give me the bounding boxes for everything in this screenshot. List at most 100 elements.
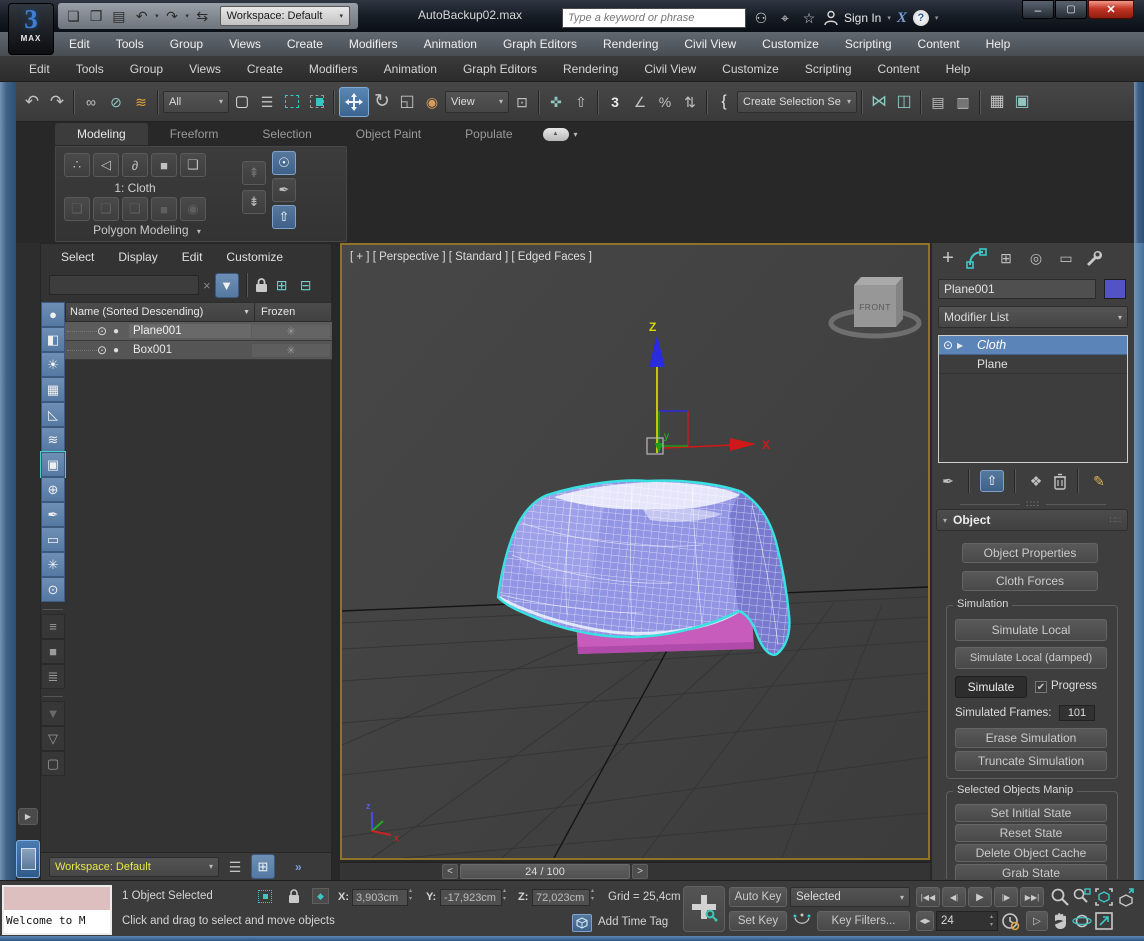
display-bones-icon[interactable]: ✒ [41,502,65,527]
progress-checkbox[interactable]: ✔ [1035,681,1047,693]
menu-content[interactable]: Content [905,37,973,51]
stack-item-plane[interactable]: Plane [939,355,1127,374]
command-panel-scrollbar[interactable] [1134,243,1144,880]
select-and-move-button[interactable] [339,87,369,117]
isolate-selection-icon[interactable] [258,890,272,903]
pin-stack-icon[interactable]: ✒ [272,178,296,202]
menu-group[interactable]: Group [157,37,216,51]
menu-rendering[interactable]: Rendering [590,37,671,51]
menu-edit-2[interactable]: Edit [16,62,63,76]
tab-utilities-icon[interactable] [1084,248,1104,268]
minimize-button[interactable]: – [1022,0,1054,19]
set-key-button[interactable]: Set Key [729,911,787,931]
show-end-result-ribbon-icon[interactable]: ⇧ [272,205,296,229]
preview-multi-icon[interactable]: ❑ [93,197,119,221]
keyboard-shortcut-override-icon[interactable]: ⇧ [569,90,593,114]
display-groups-icon[interactable]: ▣ [41,452,65,477]
menu-modifiers-2[interactable]: Modifiers [296,62,371,76]
render-toggle-icon[interactable]: ● [113,326,129,337]
progress-label[interactable]: Progress [1051,680,1097,692]
select-by-name-icon[interactable]: ☰ [255,90,279,114]
polygon-subobject-icon[interactable]: ■ [151,153,177,177]
ribbon-tab-populate[interactable]: Populate [443,123,534,145]
erase-simulation-button[interactable]: Erase Simulation [955,728,1107,748]
menu-graph-editors-2[interactable]: Graph Editors [450,62,550,76]
menu-tools-2[interactable]: Tools [63,62,117,76]
next-frame-button[interactable]: |▶ [994,887,1018,907]
menu-views[interactable]: Views [216,37,274,51]
redo-icon[interactable]: ↷ [163,4,182,28]
clear-search-icon[interactable]: × [203,278,211,293]
y-spinner[interactable]: ▴▾ [503,887,506,904]
menu-content-2[interactable]: Content [865,62,933,76]
render-setup-icon[interactable]: ▦ [985,90,1009,114]
edge-subobject-icon[interactable]: ◁ [93,153,119,177]
maximize-viewport-icon[interactable] [1094,911,1114,931]
set-initial-state-button[interactable]: Set Initial State [955,804,1107,822]
frozen-toggle-icon[interactable]: ✳ [252,344,330,357]
filter-selected-icon[interactable]: ▼ [215,273,239,298]
select-and-link-icon[interactable]: ∞ [79,90,103,114]
display-shapes-icon[interactable]: ◧ [41,327,65,352]
go-to-end-button[interactable]: ▶▶| [1020,887,1044,907]
menu-scripting-2[interactable]: Scripting [792,62,865,76]
simulate-local-damped-button[interactable]: Simulate Local (damped) [955,647,1107,669]
object-properties-button[interactable]: Object Properties [962,543,1098,563]
toggle-layer-explorer-icon[interactable]: ▥ [951,90,975,114]
select-and-rotate-icon[interactable]: ↻ [370,90,394,114]
viewcube-front-label[interactable]: FRONT [859,302,891,312]
hierarchy-view-icon[interactable]: ⊞ [251,854,275,879]
mirror-icon[interactable]: ⋈ [867,90,891,114]
border-subobject-icon[interactable]: ∂ [122,153,148,177]
menu-tools[interactable]: Tools [103,37,157,51]
spinner-snap-icon[interactable]: ⇅ [678,90,702,114]
menu-civil-view-2[interactable]: Civil View [631,62,709,76]
menu-create[interactable]: Create [274,37,336,51]
object-rollout-header[interactable]: ▾ Object ∷∷ [936,509,1128,531]
explorer-search-input[interactable] [49,275,199,295]
preview-off-icon[interactable]: ❑ [122,197,148,221]
time-slider-handle[interactable]: 24 / 100 [460,864,630,879]
ribbon-tab-modeling[interactable]: Modeling [55,123,148,145]
explorer-menu-select[interactable]: Select [49,250,106,264]
preview-subobject-icon[interactable]: ❑ [64,197,90,221]
menu-help[interactable]: Help [973,37,1024,51]
simulate-local-button[interactable]: Simulate Local [955,619,1107,641]
tab-motion-icon[interactable]: ◎ [1024,246,1048,270]
display-helpers-icon[interactable]: ◺ [41,402,65,427]
cloth-forces-button[interactable]: Cloth Forces [962,571,1098,591]
table-row[interactable]: ⊙ ● Box001 ✳ [65,341,332,360]
snaps-toggle-3d-icon[interactable]: 3 [603,90,627,114]
application-menu-button[interactable]: 3 MAX [8,3,54,55]
explorer-menu-display[interactable]: Display [106,250,169,264]
frozen-toggle-icon[interactable]: ✳ [252,325,330,338]
align-icon[interactable]: ◫ [892,90,916,114]
show-end-result-icon[interactable]: ⇧ [980,470,1004,492]
use-pivot-center-icon[interactable]: ⊡ [510,90,534,114]
time-configuration-icon[interactable] [1000,911,1020,931]
render-toggle-icon[interactable]: ● [113,345,129,356]
expand-none-icon[interactable]: ■ [41,639,65,664]
maxscript-mini-listener[interactable]: Welcome to M [2,885,112,935]
rendered-frame-window-icon[interactable]: ▣ [1010,90,1034,114]
listener-pink-line[interactable] [4,887,110,911]
redo-scene-icon[interactable]: ↷ [45,90,69,114]
viewcube[interactable]: FRONT [831,277,919,336]
select-and-manipulate-icon[interactable]: ✜ [544,90,568,114]
next-key-button[interactable]: ▷ [1026,911,1048,931]
explorer-menu-edit[interactable]: Edit [170,250,215,264]
table-row[interactable]: ⊙ ● Plane001 ✳ [65,322,332,341]
auto-key-button[interactable]: Auto Key [729,887,787,907]
sign-in-link[interactable]: Sign In [844,11,881,25]
set-keys-big-button[interactable] [683,886,725,932]
expand-arrow-icon[interactable]: ▶ [957,341,971,350]
selection-filter-dropdown[interactable]: All ▾ [163,91,229,113]
delete-object-cache-button[interactable]: Delete Object Cache [955,844,1107,862]
zoom-all-icon[interactable] [1072,887,1092,907]
lock-explorer-icon[interactable] [255,277,268,293]
unlink-selection-icon[interactable]: ⊘ [104,90,128,114]
soft-selection-icon[interactable]: ◉ [180,197,206,221]
column-header-frozen[interactable]: Frozen [255,306,295,318]
viewport-scene[interactable]: Z X y FRONT z [342,245,928,858]
tab-display-icon[interactable]: ▭ [1054,246,1078,270]
